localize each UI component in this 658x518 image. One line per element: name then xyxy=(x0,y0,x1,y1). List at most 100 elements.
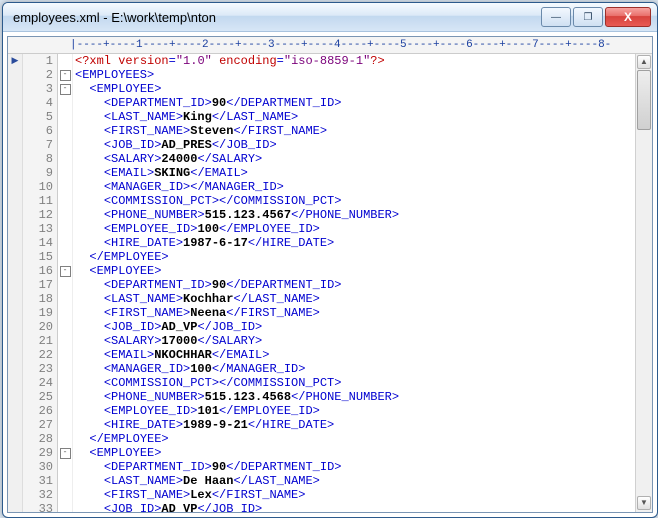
line-number: 9 xyxy=(23,166,57,180)
line-number: 15 xyxy=(23,250,57,264)
code-line[interactable]: <COMMISSION_PCT></COMMISSION_PCT> xyxy=(73,194,635,208)
code-line[interactable]: <FIRST_NAME>Neena</FIRST_NAME> xyxy=(73,306,635,320)
fold-cell xyxy=(58,110,72,124)
scroll-thumb[interactable] xyxy=(637,70,651,130)
code-line[interactable]: <DEPARTMENT_ID>90</DEPARTMENT_ID> xyxy=(73,278,635,292)
code-area[interactable]: <?xml version="1.0" encoding="iso-8859-1… xyxy=(73,54,635,512)
code-line[interactable]: <COMMISSION_PCT></COMMISSION_PCT> xyxy=(73,376,635,390)
close-button[interactable]: X xyxy=(605,7,651,27)
line-number: 13 xyxy=(23,222,57,236)
marker-cell xyxy=(8,418,22,432)
marker-cell xyxy=(8,348,22,362)
scroll-down-button[interactable]: ▼ xyxy=(637,496,651,510)
code-line[interactable]: <MANAGER_ID></MANAGER_ID> xyxy=(73,180,635,194)
fold-toggle-icon[interactable]: - xyxy=(60,84,71,95)
line-number: 17 xyxy=(23,278,57,292)
code-line[interactable]: <JOB_ID>AD_VP</JOB_ID> xyxy=(73,320,635,334)
fold-cell xyxy=(58,348,72,362)
line-number: 12 xyxy=(23,208,57,222)
fold-cell xyxy=(58,180,72,194)
code-line[interactable]: <EMAIL>NKOCHHAR</EMAIL> xyxy=(73,348,635,362)
fold-cell[interactable]: - xyxy=(58,68,72,82)
marker-cell xyxy=(8,264,22,278)
line-number: 16 xyxy=(23,264,57,278)
line-number: 1 xyxy=(23,54,57,68)
fold-toggle-icon[interactable]: - xyxy=(60,448,71,459)
code-line[interactable]: <EMAIL>SKING</EMAIL> xyxy=(73,166,635,180)
fold-cell xyxy=(58,502,72,512)
code-line[interactable]: <EMPLOYEES> xyxy=(73,68,635,82)
code-line[interactable]: <?xml version="1.0" encoding="iso-8859-1… xyxy=(73,54,635,68)
code-line[interactable]: <FIRST_NAME>Steven</FIRST_NAME> xyxy=(73,124,635,138)
fold-cell[interactable]: - xyxy=(58,82,72,96)
fold-cell xyxy=(58,390,72,404)
marker-cell xyxy=(8,404,22,418)
code-line[interactable]: <EMPLOYEE_ID>101</EMPLOYEE_ID> xyxy=(73,404,635,418)
marker-cell: ▶ xyxy=(8,54,22,68)
line-number: 27 xyxy=(23,418,57,432)
fold-cell xyxy=(58,460,72,474)
marker-cell xyxy=(8,334,22,348)
fold-cell xyxy=(58,54,72,68)
marker-cell xyxy=(8,96,22,110)
line-number: 26 xyxy=(23,404,57,418)
fold-cell xyxy=(58,124,72,138)
fold-cell xyxy=(58,194,72,208)
fold-cell[interactable]: - xyxy=(58,264,72,278)
line-number: 28 xyxy=(23,432,57,446)
editor-area: |----+----1----+----2----+----3----+----… xyxy=(7,36,653,513)
code-line[interactable]: <FIRST_NAME>Lex</FIRST_NAME> xyxy=(73,488,635,502)
code-line[interactable]: <JOB_ID>AD_PRES</JOB_ID> xyxy=(73,138,635,152)
editor-body: ▶ 12345678910111213141516171819202122232… xyxy=(8,54,652,512)
minimize-button[interactable]: — xyxy=(541,7,571,27)
marker-cell xyxy=(8,432,22,446)
line-number: 18 xyxy=(23,292,57,306)
fold-cell xyxy=(58,138,72,152)
line-number: 23 xyxy=(23,362,57,376)
vertical-scrollbar[interactable]: ▲ ▼ xyxy=(635,54,652,512)
marker-column: ▶ xyxy=(8,54,23,512)
code-line[interactable]: <JOB_ID>AD_VP</JOB_ID> xyxy=(73,502,635,512)
code-line[interactable]: <DEPARTMENT_ID>90</DEPARTMENT_ID> xyxy=(73,96,635,110)
marker-cell xyxy=(8,180,22,194)
code-line[interactable]: <SALARY>24000</SALARY> xyxy=(73,152,635,166)
fold-toggle-icon[interactable]: - xyxy=(60,266,71,277)
code-line[interactable]: <HIRE_DATE>1989-9-21</HIRE_DATE> xyxy=(73,418,635,432)
code-line[interactable]: <DEPARTMENT_ID>90</DEPARTMENT_ID> xyxy=(73,460,635,474)
marker-cell xyxy=(8,222,22,236)
code-line[interactable]: <MANAGER_ID>100</MANAGER_ID> xyxy=(73,362,635,376)
code-line[interactable]: <PHONE_NUMBER>515.123.4568</PHONE_NUMBER… xyxy=(73,390,635,404)
code-line[interactable]: <LAST_NAME>Kochhar</LAST_NAME> xyxy=(73,292,635,306)
line-number: 4 xyxy=(23,96,57,110)
marker-cell xyxy=(8,124,22,138)
marker-cell xyxy=(8,250,22,264)
code-line[interactable]: <EMPLOYEE> xyxy=(73,446,635,460)
marker-cell xyxy=(8,306,22,320)
fold-toggle-icon[interactable]: - xyxy=(60,70,71,81)
window-buttons: — ❐ X xyxy=(541,7,651,27)
fold-cell xyxy=(58,292,72,306)
line-number: 8 xyxy=(23,152,57,166)
line-number: 29 xyxy=(23,446,57,460)
maximize-button[interactable]: ❐ xyxy=(573,7,603,27)
code-line[interactable]: </EMPLOYEE> xyxy=(73,432,635,446)
titlebar[interactable]: employees.xml - E:\work\temp\nton — ❐ X xyxy=(3,3,657,32)
code-line[interactable]: <PHONE_NUMBER>515.123.4567</PHONE_NUMBER… xyxy=(73,208,635,222)
code-line[interactable]: <EMPLOYEE_ID>100</EMPLOYEE_ID> xyxy=(73,222,635,236)
code-line[interactable]: </EMPLOYEE> xyxy=(73,250,635,264)
code-line[interactable]: <SALARY>17000</SALARY> xyxy=(73,334,635,348)
code-line[interactable]: <LAST_NAME>De Haan</LAST_NAME> xyxy=(73,474,635,488)
fold-cell xyxy=(58,404,72,418)
scroll-up-button[interactable]: ▲ xyxy=(637,55,651,69)
marker-cell xyxy=(8,68,22,82)
line-number: 31 xyxy=(23,474,57,488)
fold-cell xyxy=(58,376,72,390)
fold-cell[interactable]: - xyxy=(58,446,72,460)
marker-cell xyxy=(8,110,22,124)
code-line[interactable]: <EMPLOYEE> xyxy=(73,264,635,278)
code-line[interactable]: <HIRE_DATE>1987-6-17</HIRE_DATE> xyxy=(73,236,635,250)
line-number: 24 xyxy=(23,376,57,390)
code-line[interactable]: <LAST_NAME>King</LAST_NAME> xyxy=(73,110,635,124)
code-line[interactable]: <EMPLOYEE> xyxy=(73,82,635,96)
line-number: 6 xyxy=(23,124,57,138)
